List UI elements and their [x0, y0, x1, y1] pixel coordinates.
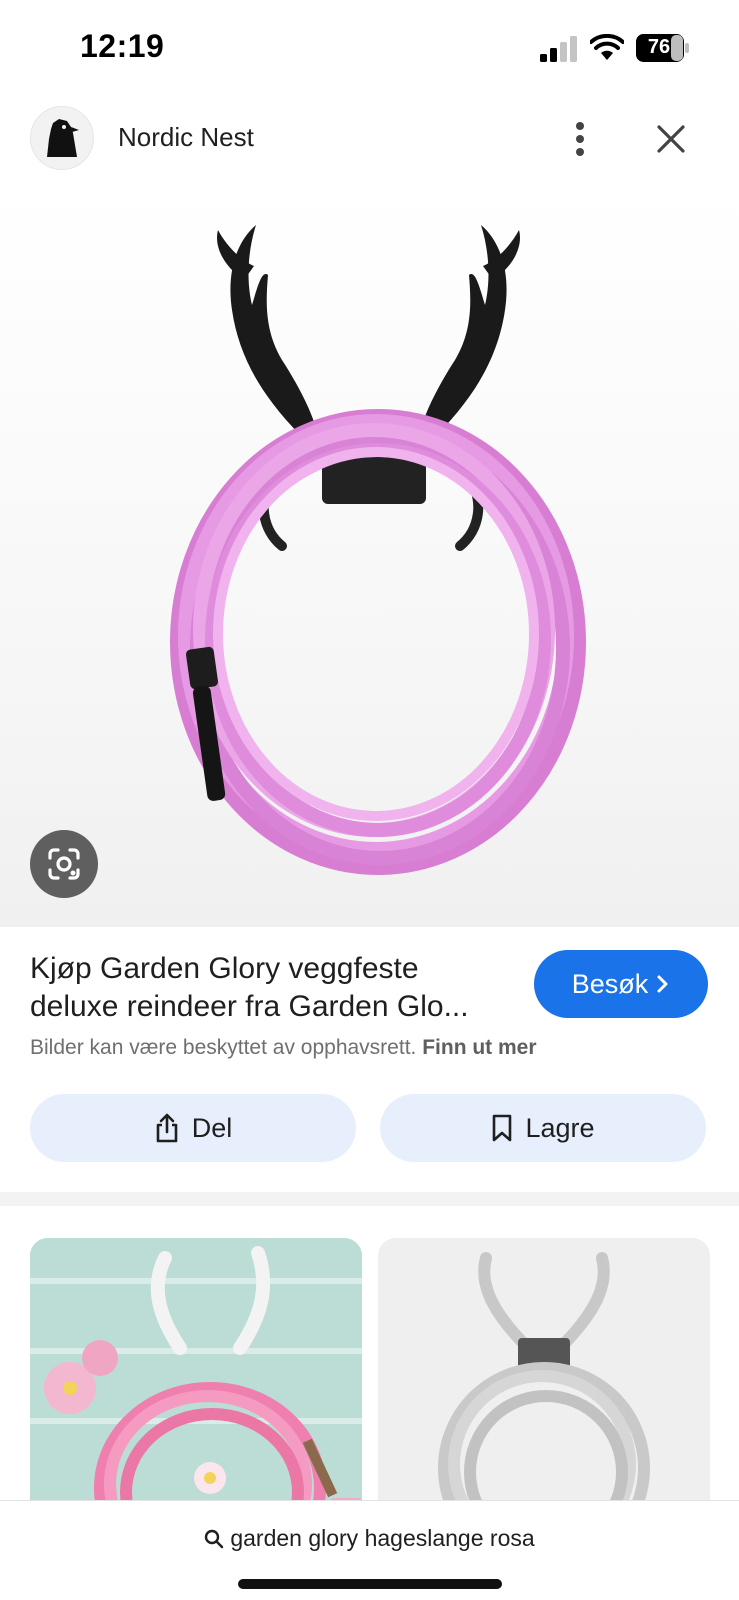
- share-icon: [156, 1113, 178, 1143]
- visit-button[interactable]: Besøk: [534, 950, 708, 1018]
- battery-level: 76: [647, 36, 671, 58]
- battery-indicator: 76: [636, 34, 690, 62]
- learn-more-link[interactable]: Finn ut mer: [422, 1036, 536, 1059]
- lens-search-button[interactable]: [30, 830, 98, 898]
- site-logo[interactable]: [30, 106, 94, 170]
- result-title-line-1: Kjøp Garden Glory veggfeste: [30, 952, 419, 985]
- bottom-search-bar: garden glory hageslange rosa: [0, 1500, 739, 1600]
- search-icon: [205, 1529, 224, 1548]
- search-query-text: garden glory hageslange rosa: [230, 1525, 535, 1551]
- status-time: 12:19: [80, 28, 165, 64]
- home-indicator[interactable]: [238, 1579, 502, 1589]
- result-title[interactable]: Kjøp Garden Glory veggfeste deluxe reind…: [30, 950, 510, 1026]
- close-button[interactable]: [648, 116, 694, 162]
- site-name[interactable]: Nordic Nest: [118, 122, 254, 153]
- chevron-right-icon: [657, 975, 668, 993]
- more-options-button[interactable]: [560, 114, 600, 164]
- share-button[interactable]: Del: [30, 1094, 356, 1162]
- nordic-nest-logo-icon: [47, 119, 79, 157]
- more-vert-icon: [576, 122, 584, 156]
- copyright-text: Bilder kan være beskyttet av opphavsrett…: [30, 1036, 417, 1059]
- cellular-signal-icon: [540, 36, 577, 62]
- lens-search-icon: [48, 848, 80, 880]
- site-header: Nordic Nest: [0, 104, 739, 174]
- share-label: Del: [191, 1112, 233, 1143]
- visit-button-label: Besøk: [571, 968, 649, 999]
- section-divider: [0, 1192, 739, 1206]
- save-label: Lagre: [525, 1112, 595, 1143]
- reindeer-hose-holder-illustration: [170, 225, 586, 875]
- close-icon: [657, 125, 685, 153]
- search-query-button[interactable]: garden glory hageslange rosa: [0, 1525, 739, 1552]
- bookmark-icon: [493, 1114, 512, 1142]
- result-title-line-2: deluxe reindeer fra Garden Glo...: [30, 990, 469, 1023]
- save-button[interactable]: Lagre: [380, 1094, 706, 1162]
- status-bar: 12:19 76: [0, 0, 739, 96]
- wifi-icon: [590, 34, 624, 60]
- product-image[interactable]: [0, 190, 739, 927]
- copyright-notice: Bilder kan være beskyttet av opphavsrett…: [30, 1036, 537, 1060]
